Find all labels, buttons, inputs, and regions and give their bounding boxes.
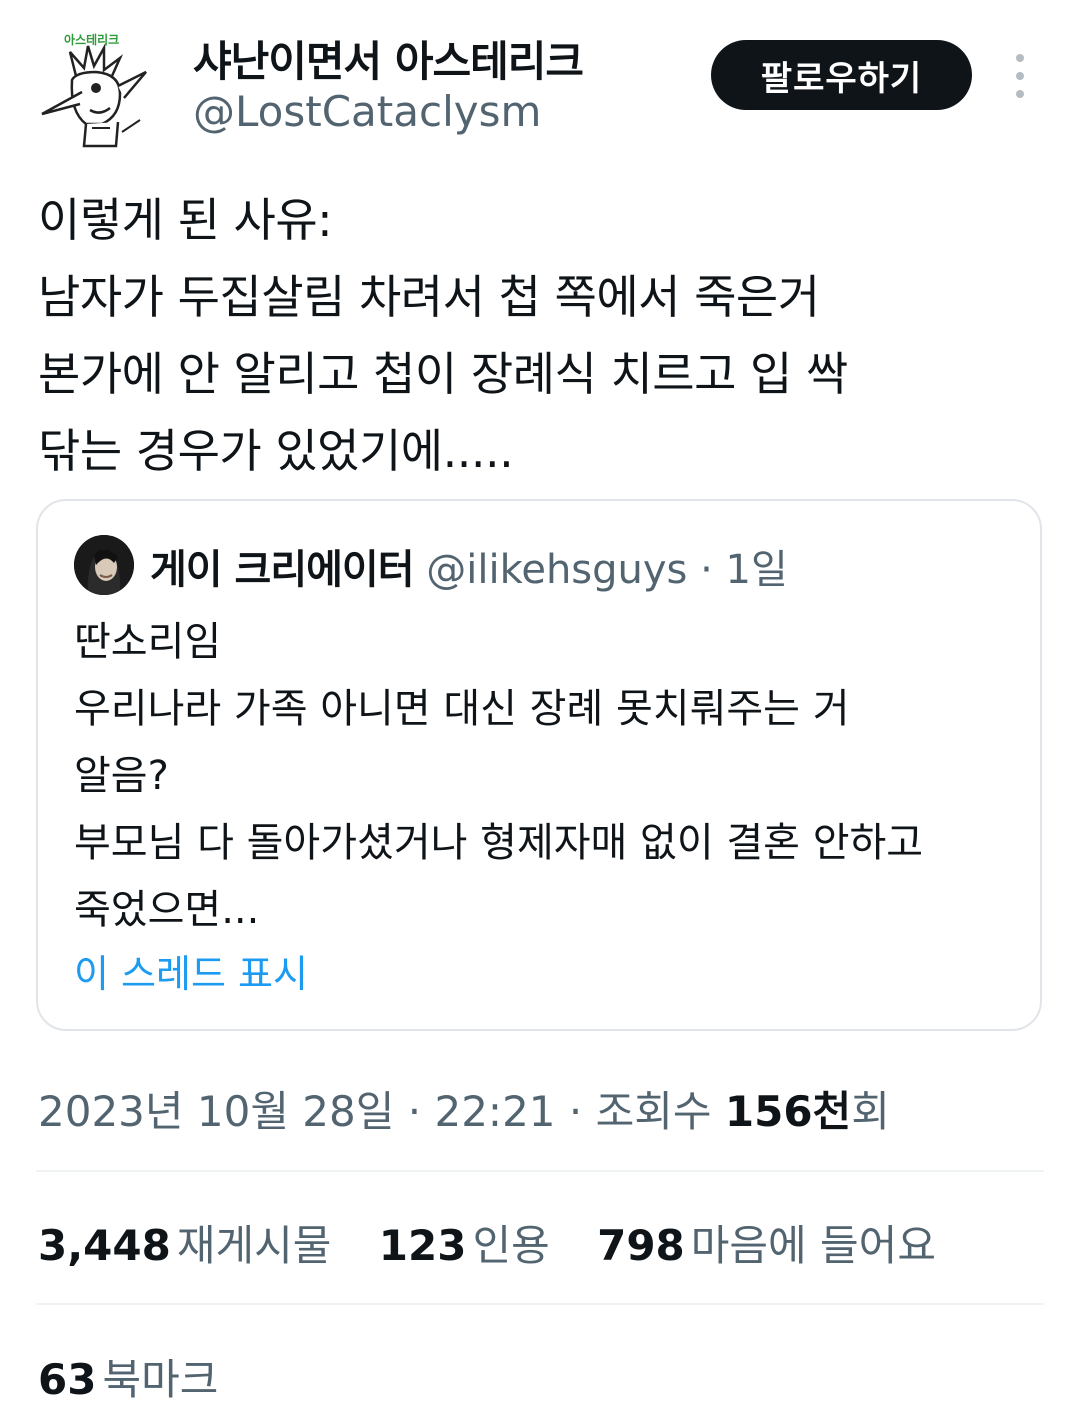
retweets-label: 재게시물 — [176, 1221, 332, 1270]
tweet-line: 닦는 경우가 있었기에..... — [38, 424, 514, 478]
retweets-stat[interactable]: 3,448 재게시물 — [38, 1212, 331, 1273]
tweet-line: 이렇게 된 사유: — [38, 193, 333, 247]
quotes-stat[interactable]: 123 인용 — [379, 1212, 550, 1273]
author-display-name[interactable]: 샤난이면서 아스테리크 — [193, 28, 584, 89]
quotes-label: 인용 — [472, 1221, 550, 1270]
engagement-stats: 3,448 재게시물 123 인용 798 마음에 들어요 — [38, 1212, 970, 1273]
dot — [1016, 72, 1024, 80]
quoted-timestamp[interactable]: 1일 — [726, 547, 788, 593]
likes-stat[interactable]: 798 마음에 들어요 — [597, 1212, 936, 1273]
quoted-line: 죽었으면... — [74, 887, 260, 933]
tweet-time[interactable]: 22:21 — [434, 1087, 555, 1136]
bookmarks-count: 63 — [38, 1355, 97, 1404]
person-avatar-icon — [74, 535, 134, 595]
more-vertical-icon[interactable] — [1002, 54, 1038, 98]
quotes-count: 123 — [378, 1221, 467, 1270]
dot — [1016, 90, 1024, 98]
tweet-line: 본가에 안 알리고 첩이 장례식 치르고 입 싹 — [38, 347, 848, 401]
quoted-tweet-text: 딴소리임 우리나라 가족 아니면 대신 장례 못치뤄주는 거 알음? 부모님 다… — [74, 609, 1024, 944]
separator-dot: · — [700, 547, 713, 593]
quoted-author-avatar[interactable] — [74, 535, 134, 595]
separator-dot: · — [407, 1087, 422, 1136]
quoted-line: 딴소리임 — [74, 619, 222, 665]
likes-label: 마음에 들어요 — [690, 1221, 936, 1270]
tweet-line: 남자가 두집살림 차려서 첩 쪽에서 죽은거 — [38, 270, 820, 324]
goblin-avatar-icon: 아스테리크 — [36, 28, 160, 152]
views-label: 조회수 — [595, 1087, 712, 1136]
follow-button[interactable]: 팔로우하기 — [711, 40, 972, 110]
quoted-handle[interactable]: @ilikehsguys — [426, 547, 687, 593]
tweet-date[interactable]: 2023년 10월 28일 — [38, 1087, 394, 1136]
show-thread-link[interactable]: 이 스레드 표시 — [74, 943, 308, 998]
dot — [1016, 54, 1024, 62]
quoted-display-name[interactable]: 게이 크리에이터 — [150, 547, 415, 593]
views-suffix: 회 — [851, 1087, 890, 1136]
author-handle[interactable]: @LostCataclysm — [193, 87, 541, 136]
bookmarks-stat[interactable]: 63 북마크 — [38, 1346, 218, 1407]
quoted-line: 우리나라 가족 아니면 대신 장례 못치뤄주는 거 — [74, 686, 850, 732]
quoted-tweet-header: 게이 크리에이터 @ilikehsguys · 1일 — [150, 537, 788, 595]
tweet-meta: 2023년 10월 28일 · 22:21 · 조회수 156천회 — [38, 1078, 890, 1139]
views-count[interactable]: 156천 — [725, 1087, 851, 1136]
divider — [36, 1170, 1044, 1172]
quoted-line: 부모님 다 돌아가셨거나 형제자매 없이 결혼 안하고 — [74, 820, 924, 866]
quoted-tweet-card[interactable]: 게이 크리에이터 @ilikehsguys · 1일 딴소리임 우리나라 가족 … — [36, 499, 1042, 1031]
tweet-text: 이렇게 된 사유: 남자가 두집살림 차려서 첩 쪽에서 죽은거 본가에 안 알… — [38, 182, 1048, 490]
retweets-count: 3,448 — [38, 1221, 171, 1270]
quoted-line: 알음? — [74, 753, 169, 799]
divider — [36, 1303, 1044, 1305]
author-avatar[interactable]: 아스테리크 — [36, 28, 160, 152]
likes-count: 798 — [597, 1221, 685, 1270]
avatar-badge-text: 아스테리크 — [64, 32, 119, 47]
bookmarks-label: 북마크 — [102, 1355, 219, 1404]
separator-dot: · — [568, 1087, 583, 1136]
